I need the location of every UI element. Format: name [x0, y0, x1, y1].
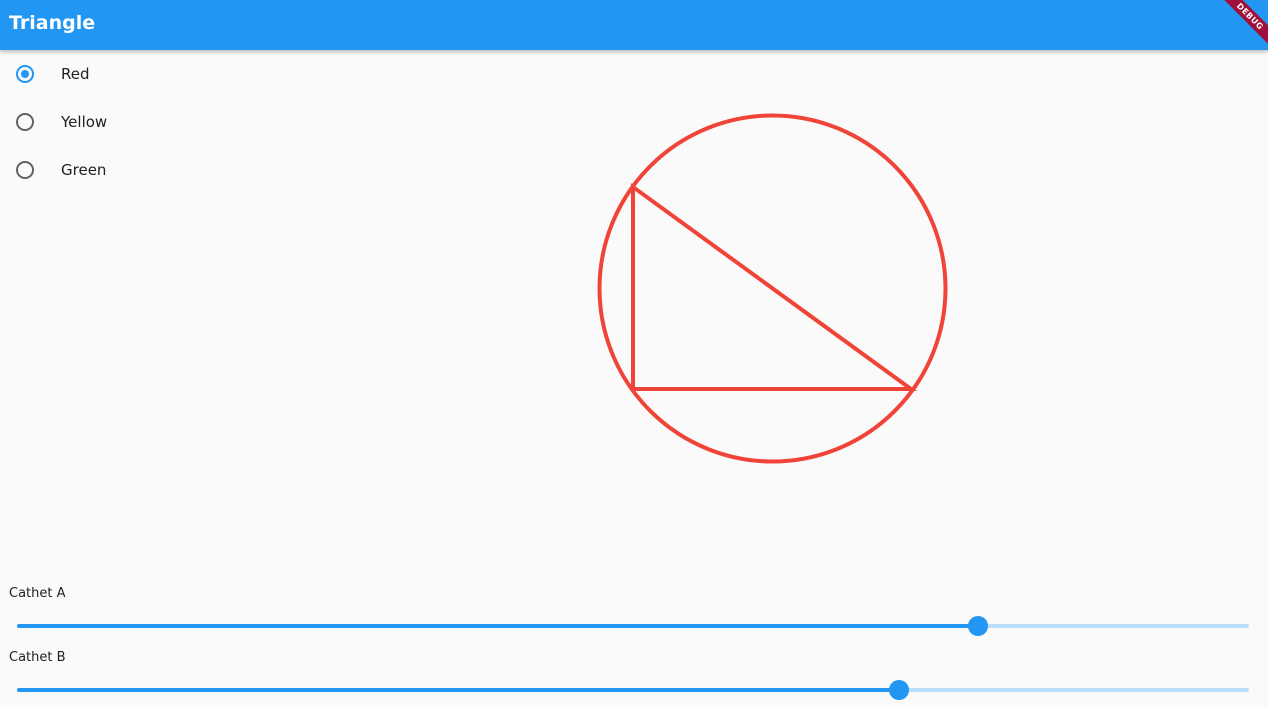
radio-selected-dot: [21, 70, 29, 78]
debug-banner: DEBUG: [1220, 0, 1268, 48]
radio-button-yellow[interactable]: [16, 113, 34, 131]
debug-ribbon-label: DEBUG: [1220, 0, 1268, 48]
slider-thumb[interactable]: [967, 616, 988, 636]
slider-active-track: [17, 688, 900, 692]
slider-active-track: [17, 624, 978, 628]
slider-cathet-a[interactable]: [17, 614, 1249, 638]
radio-option-red[interactable]: Red: [0, 50, 200, 98]
triangle-canvas: [597, 113, 948, 464]
app-bar: Triangle: [0, 0, 1268, 50]
app-title: Triangle: [9, 12, 96, 34]
radio-option-green[interactable]: Green: [0, 146, 200, 194]
radio-option-yellow[interactable]: Yellow: [0, 98, 200, 146]
radio-button-green[interactable]: [16, 161, 34, 179]
radio-label-green: Green: [61, 161, 107, 179]
slider-label-cathet-b: Cathet B: [9, 650, 66, 665]
slider-thumb[interactable]: [889, 680, 910, 700]
right-triangle: [631, 183, 918, 391]
slider-label-cathet-a: Cathet A: [9, 586, 66, 601]
radio-label-yellow: Yellow: [61, 113, 108, 131]
slider-cathet-b[interactable]: [17, 678, 1249, 702]
radio-label-red: Red: [61, 65, 90, 83]
radio-button-red[interactable]: [16, 65, 34, 83]
